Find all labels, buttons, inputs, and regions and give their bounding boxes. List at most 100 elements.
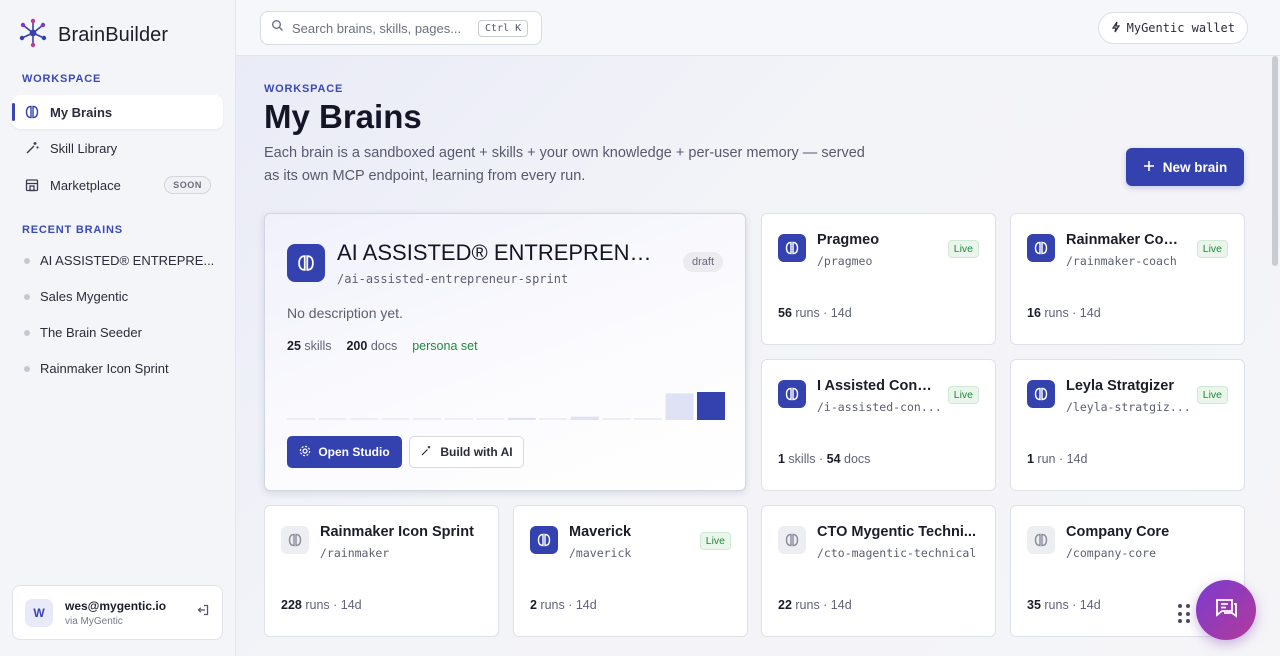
activity-bar	[539, 418, 568, 420]
dot-icon	[24, 293, 30, 300]
build-with-ai-label: Build with AI	[440, 445, 513, 459]
live-badge: Live	[1196, 386, 1228, 404]
docs-count: 200	[346, 339, 368, 353]
brain-stats: 22 runs · 14d	[778, 598, 852, 612]
brain-card[interactable]: Rainmaker Icon Sprint /rainmaker 228 run…	[264, 505, 499, 637]
stat-count: 54	[826, 452, 841, 466]
open-studio-label: Open Studio	[318, 445, 390, 459]
page-title: My Brains	[264, 98, 422, 135]
brain-card[interactable]: CTO Mygentic Techni... /cto-magentic-tec…	[761, 505, 996, 637]
brain-icon	[1027, 380, 1055, 408]
recent-brains-label: RECENT BRAINS	[22, 224, 123, 236]
sidebar-item-label: Marketplace	[50, 177, 121, 193]
activity-bar	[318, 418, 347, 420]
store-icon	[24, 177, 40, 193]
activity-bar	[665, 393, 694, 420]
wallet-button[interactable]: MyGentic wallet	[1097, 12, 1248, 44]
recent-brain-label: Sales Mygentic	[40, 289, 129, 304]
recent-brain-item[interactable]: Rainmaker Icon Sprint	[24, 361, 169, 376]
activity-bar	[633, 418, 662, 420]
drag-handle-icon[interactable]	[1178, 604, 1190, 624]
recent-brain-label: The Brain Seeder	[40, 325, 142, 340]
stat-label: runs · 14d	[301, 598, 362, 612]
new-brain-button[interactable]: New brain	[1126, 148, 1244, 186]
brain-stats: 25 skills 200 docs persona set	[287, 339, 478, 353]
stat-count: 1	[1027, 452, 1034, 466]
stat-count: 228	[281, 598, 302, 612]
wand-icon	[24, 140, 40, 156]
recent-brain-item[interactable]: AI ASSISTED® ENTREPRE...	[24, 253, 214, 268]
sidebar-item-my-brains[interactable]: My Brains	[12, 95, 223, 129]
stat-label: runs · 14d	[1040, 598, 1101, 612]
workspace-section-label: WORKSPACE	[22, 73, 102, 85]
brain-name: Rainmaker Coach	[1066, 232, 1186, 248]
brain-stats: 1 run · 14d	[1027, 452, 1087, 466]
activity-bar	[570, 416, 599, 420]
shortcut-hint: Ctrl K	[478, 19, 529, 37]
avatar: W	[25, 598, 53, 627]
brain-card[interactable]: Maverick /maverick Live 2 runs · 14d	[513, 505, 748, 637]
activity-bar	[476, 418, 505, 420]
recent-brain-item[interactable]: Sales Mygentic	[24, 289, 128, 304]
bolt-icon	[1111, 21, 1121, 36]
brain-icon	[281, 526, 309, 554]
plus-icon	[1143, 160, 1155, 175]
brain-slug: /company-core	[1066, 546, 1157, 560]
activity-bar	[413, 418, 442, 420]
logout-icon[interactable]	[196, 603, 210, 622]
soon-badge: SOON	[164, 176, 211, 194]
user-card: W wes@mygentic.io via MyGentic	[12, 585, 223, 640]
brain-card[interactable]: I Assisted Cons... /i-assisted-con... Li…	[761, 359, 996, 491]
activity-bar	[444, 418, 473, 420]
live-badge: Live	[947, 386, 979, 404]
scrollbar[interactable]	[1272, 56, 1278, 266]
activity-sparkline	[287, 392, 725, 420]
brand[interactable]: BrainBuilder	[18, 18, 168, 53]
skills-count: 25	[287, 339, 301, 353]
recent-brain-label: Rainmaker Icon Sprint	[40, 361, 169, 376]
docs-label: docs	[370, 339, 398, 353]
brain-name: CTO Mygentic Techni...	[817, 524, 976, 540]
sidebar: BrainBuilder WORKSPACE My Brains Skill L…	[0, 0, 236, 656]
brain-card[interactable]: Rainmaker Coach /rainmaker-coach Live 16…	[1010, 213, 1245, 345]
brain-name: Maverick	[569, 524, 632, 540]
page-subtitle: Each brain is a sandboxed agent + skills…	[264, 145, 865, 184]
sidebar-item-marketplace[interactable]: Marketplace SOON	[12, 168, 223, 202]
brain-card[interactable]: Leyla Stratgizer /leyla-stratgiz... Live…	[1010, 359, 1245, 491]
live-badge: Live	[699, 532, 731, 550]
wallet-label: MyGentic wallet	[1126, 21, 1235, 35]
brain-icon	[287, 244, 325, 282]
featured-brain-card[interactable]: AI ASSISTED® ENTREPRENEU... /ai-assisted…	[264, 213, 746, 491]
build-with-ai-button[interactable]: Build with AI	[409, 436, 524, 468]
stat-label: runs · 14d	[536, 598, 597, 612]
stat-count: 56	[778, 306, 792, 320]
search-input[interactable]	[292, 20, 470, 36]
open-studio-button[interactable]: Open Studio	[287, 436, 402, 468]
sidebar-item-skill-library[interactable]: Skill Library	[12, 131, 223, 165]
brain-name: AI ASSISTED® ENTREPRENEU...	[337, 240, 665, 265]
recent-brain-item[interactable]: The Brain Seeder	[24, 325, 142, 340]
stat-count: 16	[1027, 306, 1041, 320]
chat-button[interactable]	[1196, 580, 1256, 640]
dot-icon	[24, 365, 30, 372]
sidebar-item-label: Skill Library	[50, 140, 118, 156]
brain-icon	[778, 380, 806, 408]
stat-count: 1	[778, 452, 785, 466]
chat-icon	[1212, 594, 1240, 627]
activity-bar	[287, 418, 315, 420]
brain-name: Rainmaker Icon Sprint	[320, 524, 474, 540]
brain-card[interactable]: Pragmeo /pragmeo Live 56 runs · 14d	[761, 213, 996, 345]
brain-slug: /rainmaker	[320, 546, 390, 560]
live-badge: Live	[947, 240, 979, 258]
brain-icon	[1027, 526, 1055, 554]
brain-icon	[530, 526, 558, 554]
activity-bar	[507, 417, 536, 420]
brain-description: No description yet.	[287, 305, 403, 321]
brain-icon	[1027, 234, 1055, 262]
search-box[interactable]: Ctrl K	[260, 11, 542, 45]
brand-logo-icon	[18, 18, 48, 53]
main-content: WORKSPACE My Brains Each brain is a sand…	[236, 56, 1280, 656]
stat-label: skills ·	[784, 452, 827, 466]
brain-name: Leyla Stratgizer	[1066, 378, 1174, 394]
page-eyebrow: WORKSPACE	[264, 83, 344, 95]
